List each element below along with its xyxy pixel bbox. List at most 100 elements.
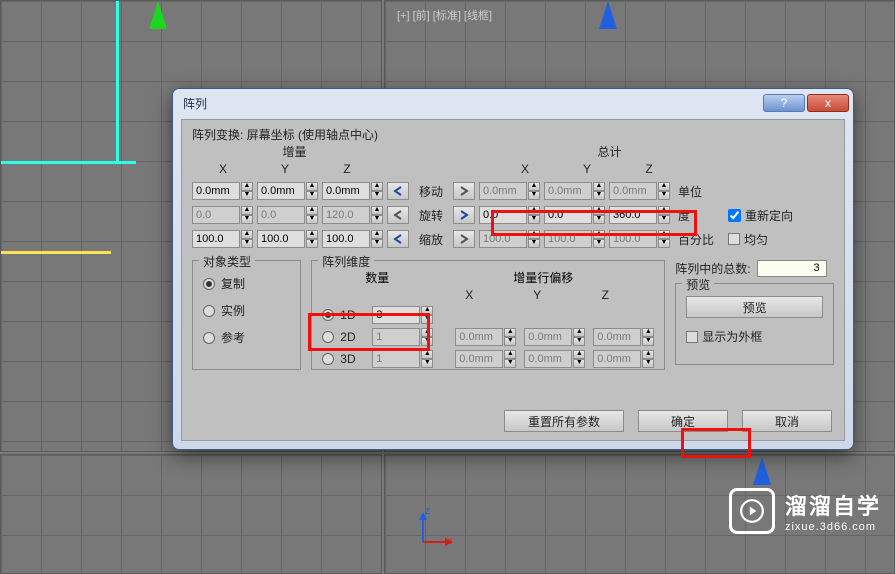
move-tot-y: ▲▼ — [544, 182, 605, 200]
rotate-tot-z[interactable]: ▲▼ — [609, 206, 670, 224]
titlebar[interactable]: 阵列 ? x — [173, 89, 853, 117]
arrow-right-move[interactable] — [453, 182, 475, 200]
array-dialog: 阵列 ? x 阵列变换: 屏幕坐标 (使用轴点中心) 增量 总计 X Y Z X… — [172, 88, 854, 450]
scale-tot-x: ▲▼ — [479, 230, 540, 248]
d3-z: ▲▼ — [593, 350, 654, 368]
dim-row-d3: 3D ▲▼ ▲▼ ▲▼ ▲▼ — [322, 350, 654, 368]
help-button[interactable]: ? — [763, 94, 805, 112]
d1-count[interactable]: ▲▼ — [372, 306, 433, 324]
spin-up-icon[interactable]: ▲ — [241, 230, 253, 239]
spin-up-icon: ▲ — [642, 350, 654, 359]
spin-up-icon[interactable]: ▲ — [421, 306, 433, 315]
arrow-left-scale[interactable] — [387, 230, 409, 248]
rotate-tot-y[interactable]: ▲▼ — [544, 206, 605, 224]
arrow-right-scale[interactable] — [453, 230, 475, 248]
spin-up-icon[interactable]: ▲ — [371, 230, 383, 239]
ok-button[interactable]: 确定 — [638, 410, 728, 432]
spin-down-icon: ▼ — [658, 239, 670, 248]
row-offset-label: 增量行偏移 — [432, 269, 654, 286]
spin-down-icon[interactable]: ▼ — [306, 239, 318, 248]
spline-edge — [1, 161, 136, 164]
spin-down-icon: ▼ — [593, 191, 605, 200]
rotate-tot-x[interactable]: ▲▼ — [479, 206, 540, 224]
watermark: 溜溜自学 zixue.3d66.com — [729, 488, 881, 534]
scale-inc-z[interactable]: ▲▼ — [322, 230, 383, 248]
spline-edge — [116, 1, 119, 161]
spin-up-icon[interactable]: ▲ — [241, 182, 253, 191]
radio-reference[interactable]: 参考 — [203, 329, 290, 346]
move-inc-x[interactable]: ▲▼ — [192, 182, 253, 200]
spin-up-icon[interactable]: ▲ — [528, 206, 540, 215]
spin-down-icon: ▼ — [573, 359, 585, 368]
move-inc-y[interactable]: ▲▼ — [257, 182, 318, 200]
spin-up-icon: ▲ — [306, 206, 318, 215]
radio-copy[interactable]: 复制 — [203, 275, 290, 292]
spin-up-icon[interactable]: ▲ — [593, 206, 605, 215]
cancel-button[interactable]: 取消 — [742, 410, 832, 432]
scale-inc-y[interactable]: ▲▼ — [257, 230, 318, 248]
display-as-box-checkbox[interactable]: 显示为外框 — [686, 328, 823, 345]
scale-inc-x[interactable]: ▲▼ — [192, 230, 253, 248]
spin-down-icon[interactable]: ▼ — [528, 215, 540, 224]
spin-down-icon: ▼ — [504, 337, 516, 346]
close-button[interactable]: x — [807, 94, 849, 112]
radio-d1[interactable]: 1D — [322, 308, 364, 322]
radio-d2[interactable]: 2D — [322, 330, 364, 344]
axis-y: Y — [254, 162, 316, 176]
spin-down-icon[interactable]: ▼ — [593, 215, 605, 224]
move-inc-z[interactable]: ▲▼ — [322, 182, 383, 200]
scale-tot-z: ▲▼ — [609, 230, 670, 248]
arrow-left-rotate[interactable] — [387, 206, 409, 224]
spin-down-icon: ▼ — [504, 359, 516, 368]
spin-up-icon: ▲ — [593, 230, 605, 239]
spin-up-icon: ▲ — [421, 328, 433, 337]
spin-down-icon: ▼ — [528, 239, 540, 248]
radio-instance[interactable]: 实例 — [203, 302, 290, 319]
total-in-array-label: 阵列中的总数: — [675, 260, 750, 277]
spin-down-icon[interactable]: ▼ — [241, 191, 253, 200]
axis-gizmo: x z — [415, 510, 455, 550]
spin-up-icon: ▲ — [658, 230, 670, 239]
row-label-scale: 缩放 — [413, 231, 449, 248]
spin-down-icon[interactable]: ▼ — [421, 315, 433, 324]
y-axis-arrow-icon — [149, 1, 167, 29]
row-label-rotate: 旋转 — [413, 207, 449, 224]
reset-button[interactable]: 重置所有参数 — [504, 410, 624, 432]
spin-up-icon[interactable]: ▲ — [371, 182, 383, 191]
axis-z: Z — [618, 162, 680, 176]
axis-z: Z — [316, 162, 378, 176]
scale-tot-y: ▲▼ — [544, 230, 605, 248]
spin-down-icon: ▼ — [573, 337, 585, 346]
spin-down-icon: ▼ — [642, 359, 654, 368]
uniform-checkbox[interactable]: 均匀 — [728, 231, 768, 248]
spin-down-icon: ▼ — [593, 239, 605, 248]
spin-up-icon: ▲ — [642, 328, 654, 337]
d2-z: ▲▼ — [593, 328, 654, 346]
viewport-bottom-left[interactable] — [0, 454, 382, 574]
spin-up-icon[interactable]: ▲ — [306, 182, 318, 191]
spin-up-icon: ▲ — [573, 350, 585, 359]
spin-up-icon: ▲ — [658, 182, 670, 191]
row-label-move: 移动 — [413, 183, 449, 200]
spin-up-icon[interactable]: ▲ — [306, 230, 318, 239]
total-label: 总计 — [507, 143, 712, 160]
spin-down-icon[interactable]: ▼ — [658, 215, 670, 224]
spin-down-icon[interactable]: ▼ — [241, 239, 253, 248]
dim-row-d2: 2D ▲▼ ▲▼ ▲▼ ▲▼ — [322, 328, 654, 346]
spin-up-icon[interactable]: ▲ — [658, 206, 670, 215]
arrow-right-rotate[interactable] — [453, 206, 475, 224]
unit-rotate: 度 — [674, 207, 724, 224]
rotate-inc-y: ▲▼ — [257, 206, 318, 224]
move-tot-x: ▲▼ — [479, 182, 540, 200]
preview-group: 预览 预览 显示为外框 — [675, 283, 834, 365]
arrow-left-move[interactable] — [387, 182, 409, 200]
spin-up-icon: ▲ — [528, 182, 540, 191]
total-in-array-value: 3 — [757, 260, 827, 277]
reorient-checkbox[interactable]: 重新定向 — [728, 207, 793, 224]
radio-d3[interactable]: 3D — [322, 352, 364, 366]
preview-button[interactable]: 预览 — [686, 296, 823, 318]
spin-down-icon[interactable]: ▼ — [306, 191, 318, 200]
spin-down-icon[interactable]: ▼ — [371, 191, 383, 200]
spin-down-icon[interactable]: ▼ — [371, 239, 383, 248]
spin-up-icon: ▲ — [593, 182, 605, 191]
